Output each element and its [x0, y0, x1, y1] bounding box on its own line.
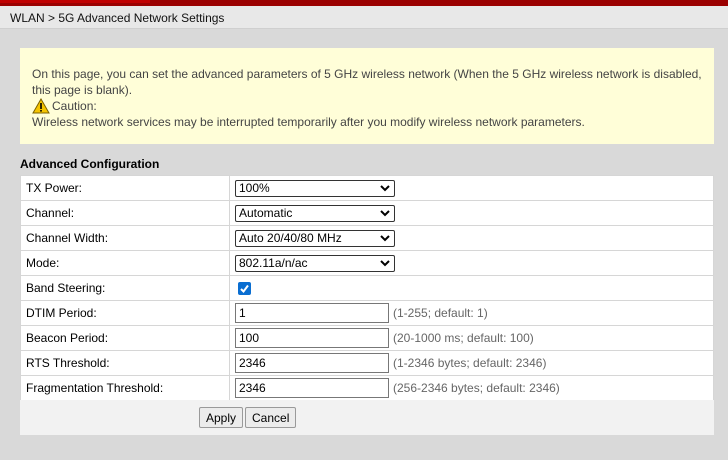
rts-hint: (1-2346 bytes; default: 2346)	[393, 356, 547, 370]
channel-width-select[interactable]: Auto 20/40/80 MHz	[235, 229, 395, 247]
beacon-label: Beacon Period:	[20, 325, 230, 351]
section-title: Advanced Configuration	[20, 157, 160, 171]
channel-width-value: Auto 20/40/80 MHz	[239, 231, 342, 245]
active-tab-indicator	[0, 0, 150, 3]
apply-button[interactable]: Apply	[199, 407, 244, 428]
row-channel: Channel: Automatic	[20, 200, 714, 226]
chevron-down-icon	[380, 235, 390, 242]
tx-power-select[interactable]: 100%	[235, 179, 395, 197]
dtim-input[interactable]	[235, 303, 389, 323]
frag-hint: (256-2346 bytes; default: 2346)	[393, 381, 560, 395]
band-steering-label: Band Steering:	[20, 275, 230, 301]
breadcrumb: WLAN > 5G Advanced Network Settings	[0, 6, 728, 29]
beacon-hint: (20-1000 ms; default: 100)	[393, 331, 534, 345]
chevron-down-icon	[380, 210, 390, 217]
check-icon	[240, 285, 249, 294]
dtim-hint: (1-255; default: 1)	[393, 306, 488, 320]
band-steering-checkbox[interactable]	[238, 282, 251, 296]
row-rts: RTS Threshold: (1-2346 bytes; default: 2…	[20, 350, 714, 376]
row-dtim: DTIM Period: (1-255; default: 1)	[20, 300, 714, 326]
row-tx-power: TX Power: 100%	[20, 175, 714, 201]
tx-power-label: TX Power:	[20, 175, 230, 201]
tx-power-value: 100%	[239, 181, 270, 195]
info-notice: On this page, you can set the advanced p…	[20, 48, 714, 144]
button-row: Apply Cancel	[20, 400, 714, 435]
row-frag: Fragmentation Threshold: (256-2346 bytes…	[20, 375, 714, 401]
row-channel-width: Channel Width: Auto 20/40/80 MHz	[20, 225, 714, 251]
dtim-label: DTIM Period:	[20, 300, 230, 326]
row-band-steering: Band Steering:	[20, 275, 714, 301]
chevron-down-icon	[380, 260, 390, 267]
frag-label: Fragmentation Threshold:	[20, 375, 230, 401]
caution-label: Caution:	[52, 99, 97, 113]
caution-text: Wireless network services may be interru…	[32, 115, 585, 129]
mode-value: 802.11a/n/ac	[239, 256, 308, 270]
row-beacon: Beacon Period: (20-1000 ms; default: 100…	[20, 325, 714, 351]
advanced-config-table: TX Power: 100% Channel: Automatic Channe…	[20, 175, 714, 401]
beacon-input[interactable]	[235, 328, 389, 348]
channel-width-label: Channel Width:	[20, 225, 230, 251]
channel-label: Channel:	[20, 200, 230, 226]
mode-label: Mode:	[20, 250, 230, 276]
caution-line: Caution:	[32, 97, 706, 114]
mode-select[interactable]: 802.11a/n/ac	[235, 254, 395, 272]
notice-text: On this page, you can set the advanced p…	[32, 67, 702, 97]
rts-label: RTS Threshold:	[20, 350, 230, 376]
warning-icon	[32, 97, 50, 114]
channel-select[interactable]: Automatic	[235, 204, 395, 222]
chevron-down-icon	[380, 185, 390, 192]
frag-input[interactable]	[235, 378, 389, 398]
rts-input[interactable]	[235, 353, 389, 373]
cancel-button[interactable]: Cancel	[245, 407, 297, 428]
channel-value: Automatic	[239, 206, 293, 220]
row-mode: Mode: 802.11a/n/ac	[20, 250, 714, 276]
